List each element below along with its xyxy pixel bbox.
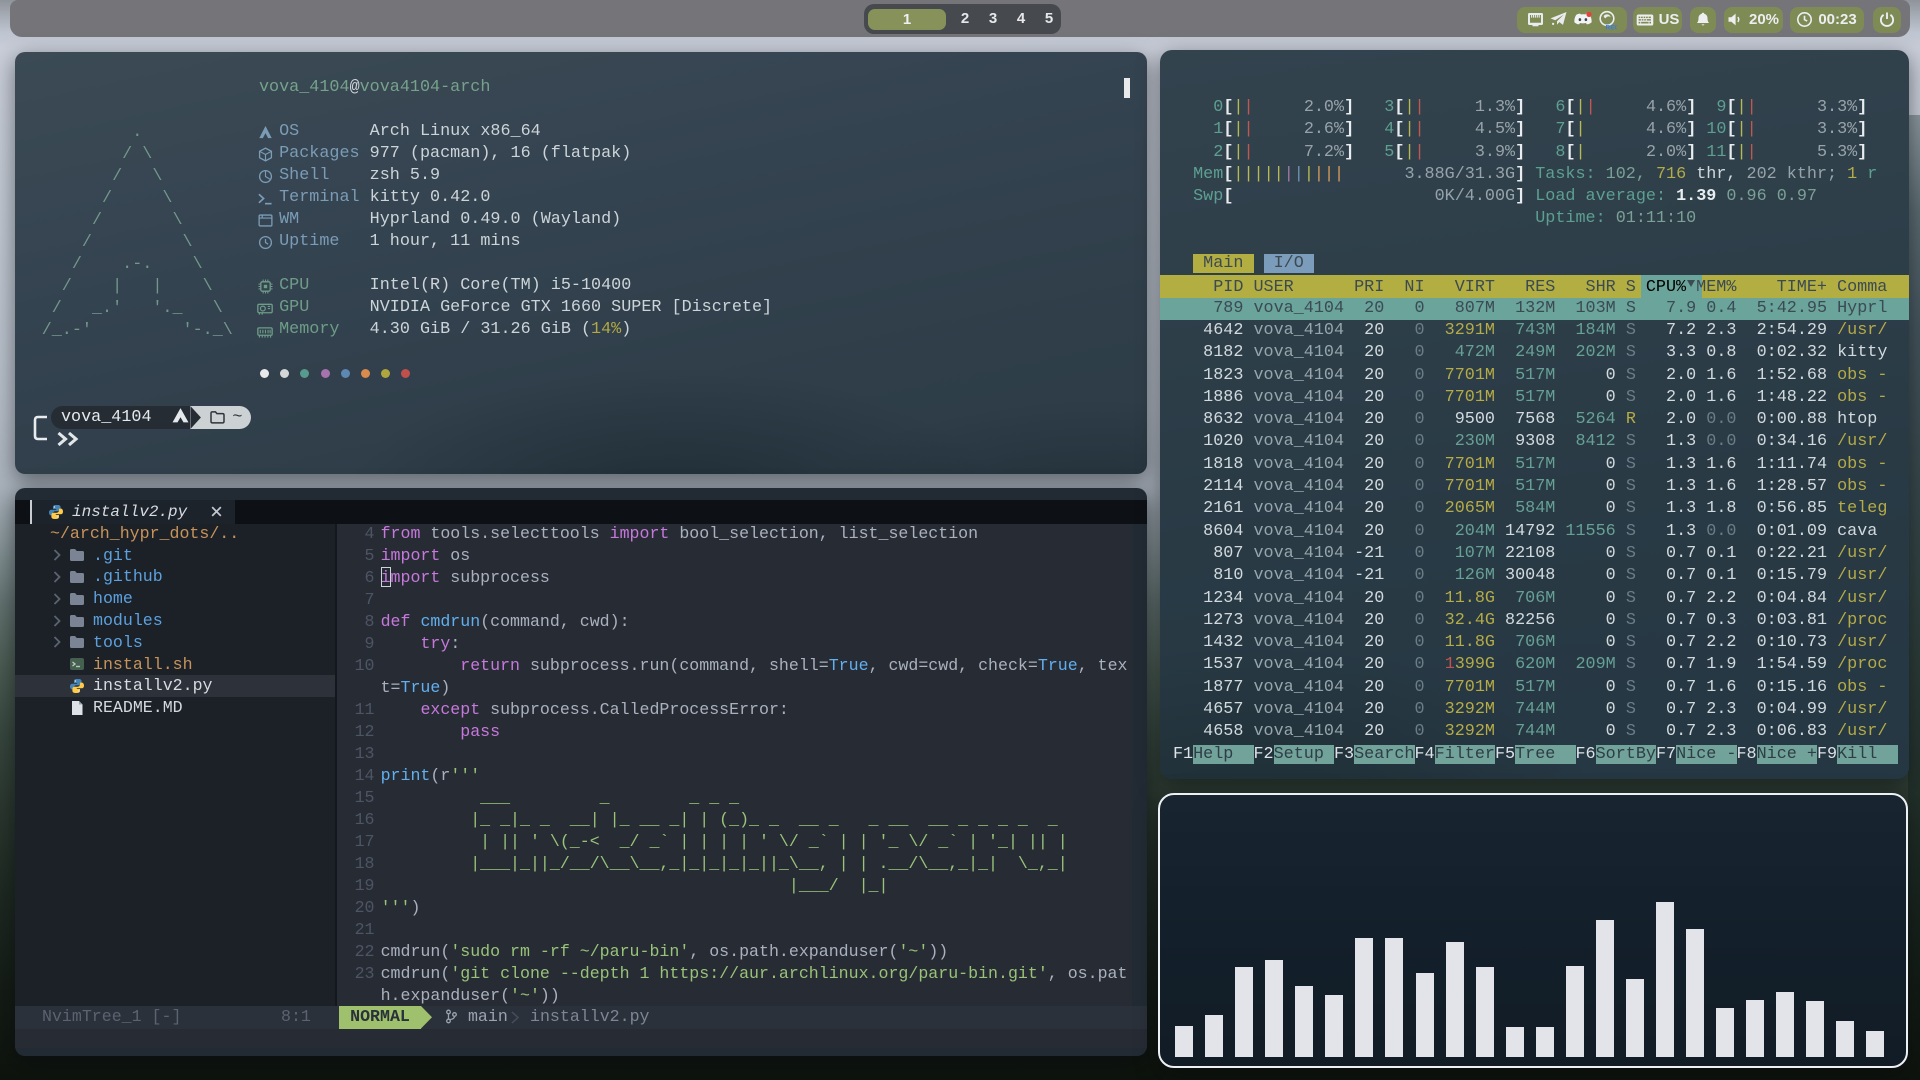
svg-text:REC: REC (1605, 24, 1617, 30)
